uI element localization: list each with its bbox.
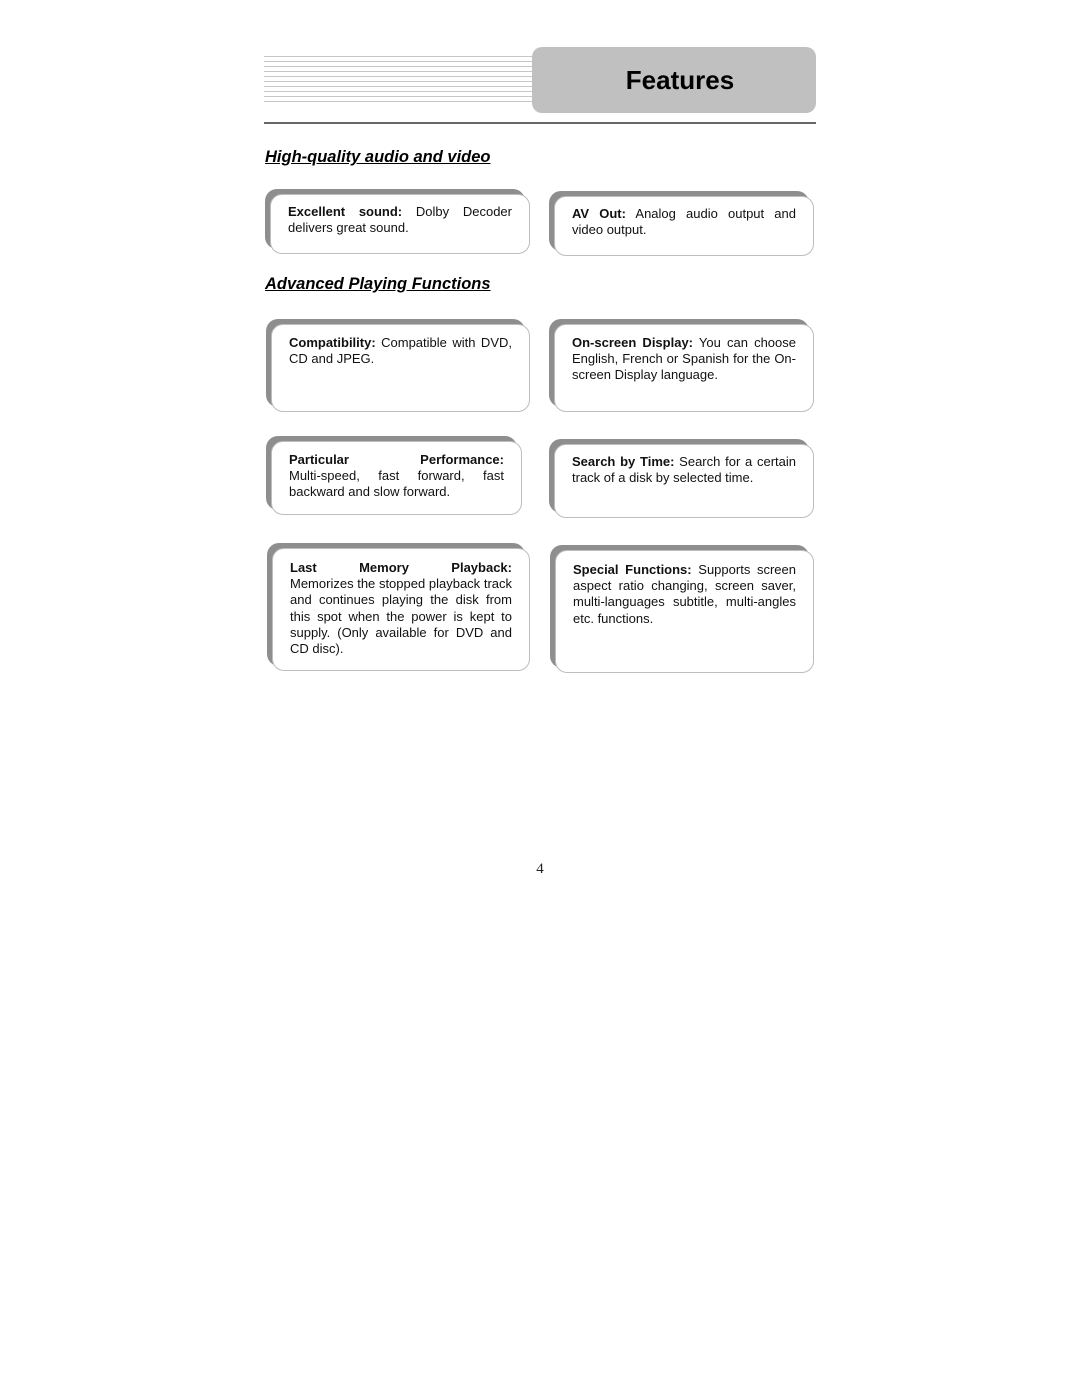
feature-label: Search by Time: xyxy=(572,454,675,469)
feature-box-av-out: AV Out: Analog audio output and video ou… xyxy=(554,196,814,256)
page-number: 4 xyxy=(536,861,544,877)
feature-box-on-screen-display: On-screen Display: You can choose Englis… xyxy=(554,324,814,412)
section-heading-advanced-playing: Advanced Playing Functions xyxy=(265,275,491,293)
header-decorative-lines xyxy=(264,56,536,102)
feature-text: Special Functions: Supports screen aspec… xyxy=(573,562,796,626)
feature-text: Search by Time: Search for a certain tra… xyxy=(572,454,796,486)
feature-label: Particular Performance: xyxy=(289,452,504,467)
feature-text: AV Out: Analog audio output and video ou… xyxy=(572,206,796,238)
feature-box-search-by-time: Search by Time: Search for a certain tra… xyxy=(554,444,814,518)
feature-label: AV Out: xyxy=(572,206,626,221)
section-heading-audio-video: High-quality audio and video xyxy=(265,148,491,166)
feature-text: On-screen Display: You can choose Englis… xyxy=(572,335,796,383)
feature-box-compatibility: Compatibility: Compatible with DVD, CD a… xyxy=(271,324,530,412)
header-divider xyxy=(264,122,816,124)
page-title: Features xyxy=(625,64,735,95)
feature-label: Excellent sound: xyxy=(288,204,403,219)
feature-label: Last Memory Playback: xyxy=(290,560,512,575)
feature-box-excellent-sound: Excellent sound: Dolby Decoder delivers … xyxy=(270,194,530,254)
feature-label: On-screen Display: xyxy=(572,335,694,350)
feature-text: Last Memory Playback: Memorizes the stopp… xyxy=(290,560,512,657)
feature-text: Compatibility: Compatible with DVD, CD a… xyxy=(289,335,512,367)
feature-box-special-functions: Special Functions: Supports screen aspec… xyxy=(555,550,814,673)
feature-label: Special Functions: xyxy=(573,562,692,577)
feature-box-particular-performance: Particular Performance: Multi-speed, fast… xyxy=(271,441,522,515)
page-title-box: Features xyxy=(532,47,816,113)
feature-box-last-memory-playback: Last Memory Playback: Memorizes the stopp… xyxy=(272,548,530,671)
feature-text: Excellent sound: Dolby Decoder delivers … xyxy=(288,204,512,236)
feature-label: Compatibility: xyxy=(289,335,376,350)
feature-text: Particular Performance: Multi-speed, fast… xyxy=(289,452,504,500)
